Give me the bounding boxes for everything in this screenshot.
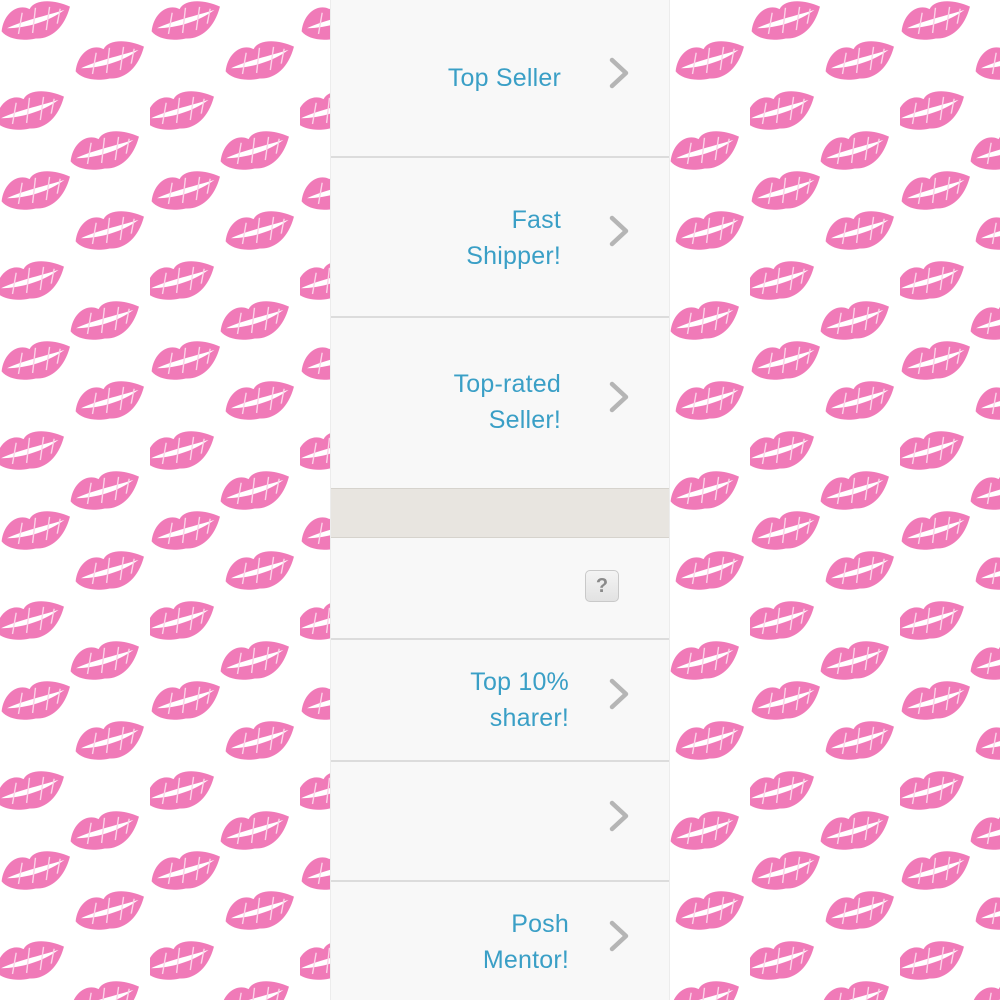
list-row-top-10-sharer[interactable]: Top 10% sharer!: [331, 640, 669, 762]
chevron-right-icon: [607, 56, 633, 90]
list-row-top-rated-seller[interactable]: Top-rated Seller!: [331, 318, 669, 486]
list-row-fast-shipper[interactable]: Fast Shipper!: [331, 158, 669, 318]
help-icon[interactable]: ?: [585, 570, 619, 602]
row-label: Fast Shipper!: [466, 206, 561, 270]
row-label: Top Seller: [447, 64, 561, 92]
list-row-posh-mentor[interactable]: Posh Mentor!: [331, 882, 669, 1000]
chevron-right-icon: [607, 380, 633, 414]
section-divider: [331, 488, 669, 538]
row-label: Posh Mentor!: [482, 910, 569, 974]
list-row-empty[interactable]: [331, 762, 669, 882]
chevron-right-icon: [607, 919, 633, 953]
list-row-help: ?: [331, 538, 669, 640]
chevron-right-icon: [607, 677, 633, 711]
row-label: Top 10% sharer!: [470, 668, 569, 732]
row-label: Top-rated Seller!: [453, 370, 561, 434]
chevron-right-icon: [607, 214, 633, 248]
chevron-right-icon: [607, 799, 633, 833]
badge-list-panel: Top Seller Fast Shipper! Top-rated Selle…: [331, 0, 669, 1000]
list-row-top-seller[interactable]: Top Seller: [331, 0, 669, 158]
